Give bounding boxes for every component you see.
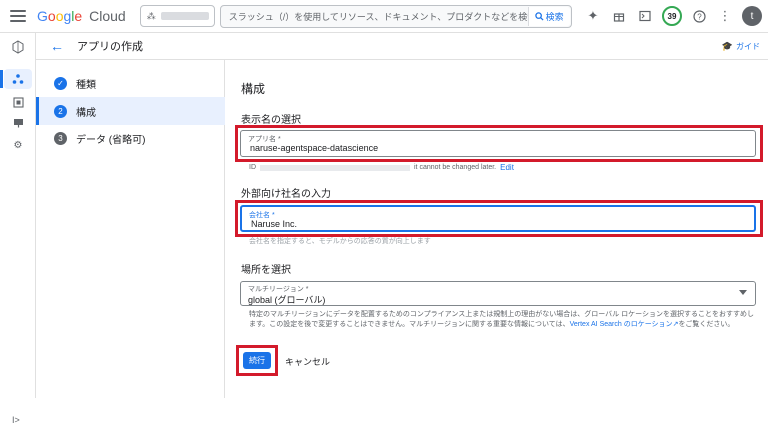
avatar[interactable]: t	[742, 6, 762, 26]
step-configuration[interactable]: 2 構成	[36, 97, 225, 125]
step-number: 2	[54, 104, 67, 118]
display-name-heading: 表示名の選択	[241, 115, 301, 126]
agent-builder-icon[interactable]	[10, 39, 26, 55]
step-type[interactable]: ✓ 種類	[36, 69, 225, 97]
page-header: ← アプリの作成 🎓 ガイド	[36, 33, 768, 60]
location-select[interactable]: マルチリージョン * global (グローバル)	[240, 281, 756, 306]
search-button[interactable]: 検索	[527, 6, 570, 26]
rail-active-indicator	[0, 70, 3, 88]
step-number: 3	[54, 131, 67, 145]
project-name-redacted	[160, 12, 209, 20]
school-icon: 🎓	[721, 41, 733, 51]
google-cloud-logo[interactable]: Google Cloud	[37, 8, 126, 24]
gift-icon[interactable]	[610, 7, 628, 25]
apps-icon[interactable]	[10, 71, 26, 87]
menu-icon[interactable]	[10, 10, 26, 22]
chevron-down-icon[interactable]	[739, 290, 747, 295]
edit-id-link[interactable]: Edit	[500, 163, 514, 172]
company-heading: 外部向け社名の入力	[241, 189, 331, 200]
data-stores-icon[interactable]	[10, 94, 26, 110]
highlight-company-name	[235, 200, 763, 237]
search-input[interactable]: スラッシュ（/）を使用してリソース、ドキュメント、プロダクトなどを検索	[229, 10, 537, 23]
top-bar: Google Cloud ⁂ スラッシュ（/）を使用してリソース、ドキュメント、…	[0, 0, 768, 33]
left-rail: ⚙ I>	[0, 33, 36, 425]
vertex-location-link[interactable]: Vertex AI Search のロケーション	[570, 321, 673, 328]
section-title: 構成	[241, 82, 266, 96]
config-form: 構成 表示名の選択 アプリ名 * naruse-agentspace-datas…	[226, 60, 768, 398]
app-id-redacted	[260, 164, 410, 171]
company-hint: 会社名を指定すると、モデルからの応答の質が向上します	[249, 238, 431, 245]
highlight-continue	[236, 345, 278, 376]
monitoring-icon[interactable]	[10, 115, 26, 131]
wizard-stepper: ✓ 種類 2 構成 3 データ (省略可)	[36, 60, 225, 398]
expand-rail-icon[interactable]: I>	[12, 415, 20, 425]
notifications-badge[interactable]: 39	[662, 6, 682, 26]
search-icon	[534, 11, 544, 21]
project-picker[interactable]: ⁂	[139, 5, 215, 27]
settings-icon[interactable]: ⚙	[10, 137, 26, 153]
svg-text:?: ?	[697, 12, 702, 21]
guide-link[interactable]: 🎓 ガイド	[722, 41, 760, 52]
cloud-shell-icon[interactable]	[636, 7, 654, 25]
step-done-check-icon: ✓	[54, 76, 67, 90]
cancel-button[interactable]: キャンセル	[285, 355, 330, 368]
page-title: アプリの作成	[77, 41, 143, 53]
location-heading: 場所を選択	[241, 265, 291, 276]
back-arrow-icon[interactable]: ←	[50, 38, 64, 54]
step-data[interactable]: 3 データ (省略可)	[36, 124, 225, 152]
app-id-line: ID it cannot be changed later. Edit	[249, 163, 514, 172]
location-description: 特定のマルチリージョンにデータを配置するためのコンプライアンス上または規制上の理…	[249, 311, 754, 328]
help-icon[interactable]: ?	[690, 7, 708, 25]
gemini-sparkle-icon[interactable]: ✦	[584, 7, 602, 25]
highlight-app-name	[235, 125, 763, 162]
search-bar[interactable]: スラッシュ（/）を使用してリソース、ドキュメント、プロダクトなどを検索 検索	[219, 4, 572, 28]
project-icon: ⁂	[146, 10, 156, 21]
more-vert-icon[interactable]: ⋮	[716, 7, 734, 25]
